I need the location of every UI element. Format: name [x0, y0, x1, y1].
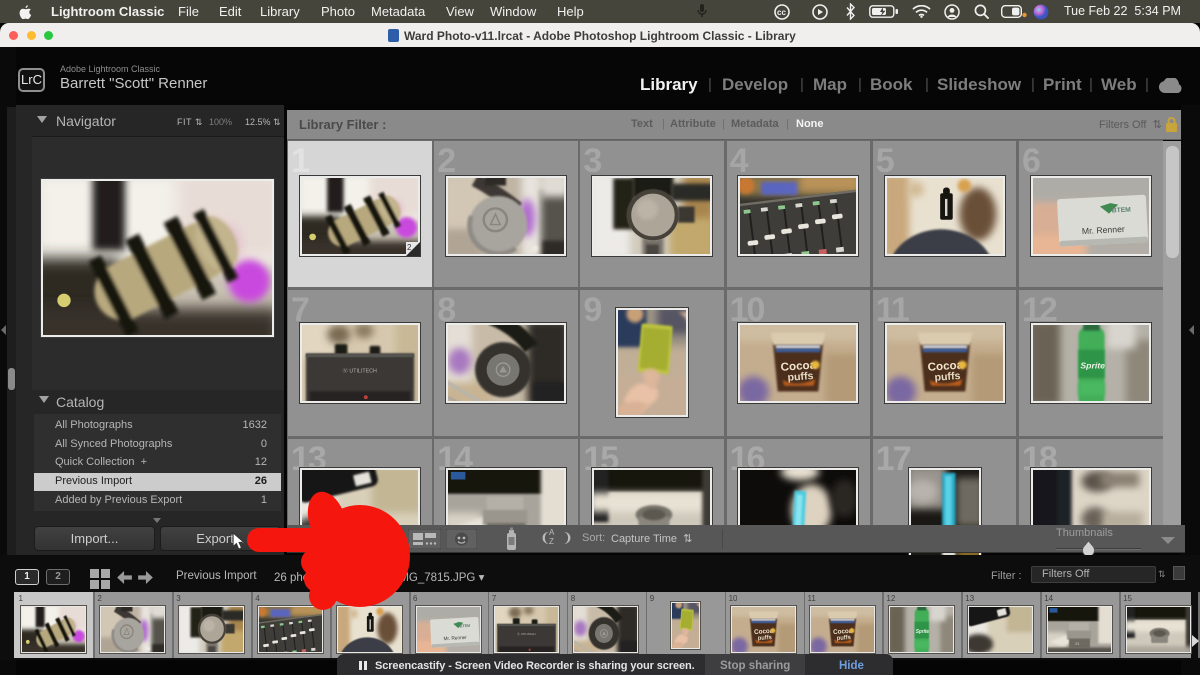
svg-text:2: 2: [407, 243, 412, 252]
svg-text:cc: cc: [777, 8, 786, 17]
